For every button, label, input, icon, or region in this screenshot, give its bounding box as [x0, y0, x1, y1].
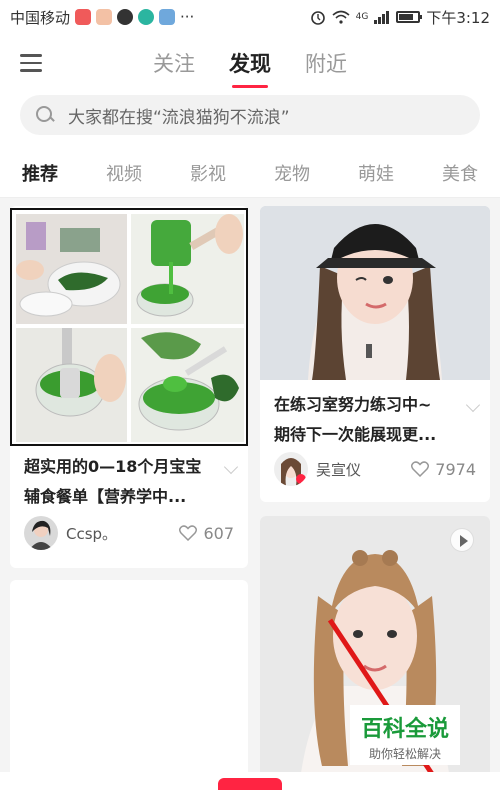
- category-tab-recommended[interactable]: 推荐: [22, 160, 58, 186]
- chat-icon: [117, 9, 134, 25]
- like-button[interactable]: 607: [179, 524, 234, 543]
- watermark-title: 百科全说: [360, 717, 449, 742]
- card-title-line: 辅食餐单【营养学中...: [24, 487, 187, 506]
- card-cover-image: [260, 206, 490, 380]
- card-title-line: 期待下一次能展现更...: [274, 425, 437, 444]
- create-post-button[interactable]: [218, 778, 282, 790]
- category-tabs: 推荐 视频 影视 宠物 萌娃 美食: [0, 148, 500, 198]
- plane-icon: [159, 9, 176, 25]
- search-placeholder: 大家都在搜“流浪猫狗不流浪”: [68, 107, 290, 128]
- tab-following[interactable]: 关注: [153, 48, 195, 78]
- card-cover-image[interactable]: [10, 208, 248, 446]
- app-header: 关注 发现 附近: [0, 34, 500, 90]
- collage-image: [16, 328, 127, 442]
- avatar[interactable]: [274, 452, 308, 486]
- carrier-label: 中国移动: [10, 8, 71, 27]
- notification-app-icon: [138, 9, 155, 25]
- search-area: 大家都在搜“流浪猫狗不流浪”: [0, 90, 500, 148]
- card-title-line: 在练习室努力练习中~: [274, 395, 432, 414]
- category-tab-food[interactable]: 美食: [442, 160, 478, 186]
- card-title: 在练习室努力练习中~ 期待下一次能展现更...: [274, 390, 460, 450]
- play-icon: [450, 528, 474, 552]
- alarm-icon: [310, 11, 325, 25]
- tab-discover[interactable]: 发现: [229, 48, 271, 78]
- category-tab-film[interactable]: 影视: [190, 160, 226, 186]
- network-type: 4G: [355, 12, 369, 22]
- card-title: 超实用的0—18个月宝宝 辅食餐单【营养学中...: [24, 452, 218, 512]
- category-tab-kids[interactable]: 萌娃: [358, 160, 394, 186]
- more-notifications-icon: ···: [180, 8, 195, 26]
- notification-app-icon: [96, 9, 113, 25]
- status-right: 4G 下午3:12: [310, 7, 490, 28]
- search-icon: [36, 106, 54, 124]
- author-name[interactable]: Ccsp。: [66, 523, 117, 544]
- chevron-down-icon[interactable]: [223, 459, 239, 475]
- avatar[interactable]: [24, 516, 58, 550]
- card-title-line: 超实用的0—18个月宝宝: [24, 457, 202, 476]
- clock: 下午3:12: [426, 8, 490, 27]
- chevron-down-icon[interactable]: [465, 397, 481, 413]
- watermark-subtitle: 助你轻松解决: [368, 747, 441, 761]
- collage-image: [16, 214, 127, 324]
- card-author: Ccsp。 607: [24, 516, 234, 550]
- collage-image: [131, 214, 244, 324]
- card-author: 吴宣仪 7974: [274, 452, 476, 486]
- collage-image: [131, 328, 244, 442]
- battery-level: [399, 14, 414, 20]
- heart-icon: [179, 525, 198, 541]
- category-tab-pets[interactable]: 宠物: [274, 160, 310, 186]
- feed-card-practice[interactable]: 在练习室努力练习中~ 期待下一次能展现更... 吴宣仪 7974: [260, 206, 490, 502]
- battery-icon: [396, 11, 423, 23]
- signal-icon: [374, 11, 390, 24]
- like-button[interactable]: 7974: [411, 460, 476, 479]
- author-name[interactable]: 吴宣仪: [316, 459, 361, 480]
- status-bar: 中国移动 ··· 4G 下午3:12: [0, 0, 500, 34]
- category-tab-video[interactable]: 视频: [106, 160, 142, 186]
- like-count: 7974: [435, 459, 476, 479]
- like-count: 607: [203, 523, 234, 543]
- feed-card-loading[interactable]: [10, 580, 248, 780]
- wifi-icon: [332, 10, 350, 24]
- watermark-logo: 百科全说 助你轻松解决: [350, 705, 460, 765]
- search-input[interactable]: 大家都在搜“流浪猫狗不流浪”: [20, 95, 480, 135]
- tab-nearby[interactable]: 附近: [305, 48, 347, 78]
- heart-icon: [411, 461, 430, 477]
- notification-app-icon: [75, 9, 92, 25]
- status-left: 中国移动 ···: [10, 7, 194, 28]
- top-tabs: 关注 发现 附近: [0, 48, 500, 78]
